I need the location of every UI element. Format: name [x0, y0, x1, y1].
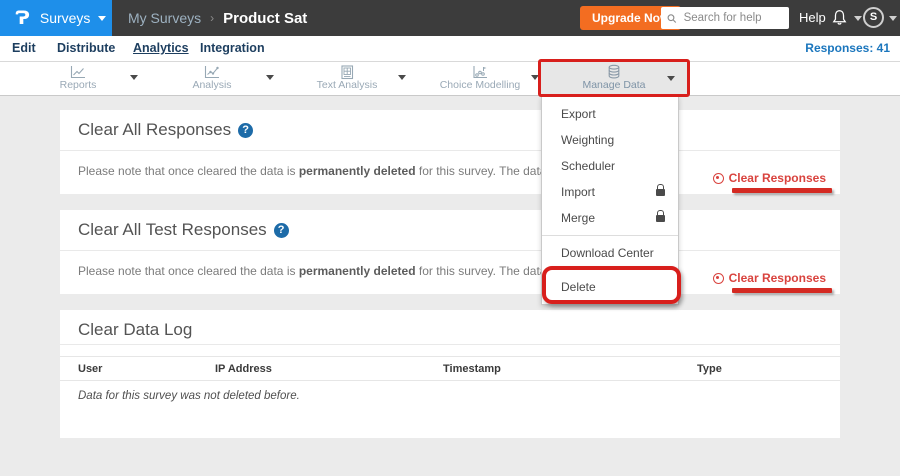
lock-icon	[656, 215, 665, 222]
nav-tab-distribute[interactable]: Distribute	[57, 36, 115, 62]
app-window: Ɂ Surveys My Surveys › Product Sat Upgra…	[0, 0, 900, 476]
toolbar-label: Text Analysis	[292, 80, 402, 91]
nav-tab-edit[interactable]: Edit	[12, 36, 36, 62]
search-icon	[667, 13, 677, 24]
text-analysis-doc-icon	[339, 65, 355, 80]
toolbar-label: Reports	[23, 80, 133, 91]
section-title-text: Clear All Responses	[78, 120, 231, 140]
menu-item-label: Weighting	[561, 127, 614, 153]
menu-item-merge[interactable]: Merge	[542, 205, 678, 231]
column-header-ip: IP Address	[215, 358, 272, 380]
table-border	[60, 380, 840, 381]
clear-responses-button[interactable]: Clear Responses	[713, 171, 826, 185]
divider	[60, 250, 840, 251]
help-search	[661, 7, 789, 29]
annotation-underline-clear-test-responses	[732, 288, 832, 293]
nav-tab-integration[interactable]: Integration	[200, 36, 265, 62]
search-input[interactable]	[682, 11, 783, 25]
reports-dropdown-icon[interactable]	[130, 75, 138, 80]
reports-chart-icon	[69, 65, 87, 80]
toolbar-item-reports[interactable]: Reports	[23, 62, 133, 95]
note-text: Please note that once cleared the data i…	[78, 164, 299, 178]
menu-item-export[interactable]: Export	[542, 101, 678, 127]
empty-log-message: Data for this survey was not deleted bef…	[78, 390, 300, 402]
manage-data-menu: Export Weighting Scheduler Import Merge …	[541, 96, 679, 305]
toolbar-label: Analysis	[157, 80, 267, 91]
database-icon	[605, 64, 623, 80]
menu-item-label: Export	[561, 101, 596, 127]
breadcrumb-parent[interactable]: My Surveys	[128, 10, 201, 26]
choice-modelling-chart-icon	[471, 65, 489, 80]
divider	[60, 344, 840, 345]
menu-item-label: Scheduler	[561, 153, 615, 179]
section-title-text: Clear All Test Responses	[78, 220, 267, 240]
product-label: Surveys	[40, 10, 91, 26]
lock-icon	[656, 189, 665, 196]
menu-item-label: Import	[561, 179, 595, 205]
column-header-type: Type	[697, 358, 722, 380]
note-bold-text: permanently deleted	[299, 264, 416, 278]
column-header-timestamp: Timestamp	[443, 358, 501, 380]
menu-item-scheduler[interactable]: Scheduler	[542, 153, 678, 179]
toolbar-item-analysis[interactable]: Analysis	[157, 62, 267, 95]
top-bar: Ɂ Surveys My Surveys › Product Sat Upgra…	[0, 0, 900, 36]
avatar[interactable]: S	[863, 7, 884, 28]
clear-target-icon	[713, 273, 724, 284]
notifications-chevron-icon[interactable]	[854, 16, 862, 21]
clear-all-responses-section: Clear All Responses ? Please note that o…	[60, 110, 840, 194]
menu-item-download-center[interactable]: Download Center	[542, 240, 678, 266]
toolbar-item-choice-modelling[interactable]: Choice Modelling	[425, 62, 535, 95]
section-title: Clear All Responses ?	[78, 120, 253, 140]
menu-item-label: Merge	[561, 205, 595, 231]
menu-item-delete[interactable]: Delete	[542, 274, 678, 300]
annotation-underline-clear-responses	[732, 188, 832, 193]
nav-tab-analytics[interactable]: Analytics	[133, 36, 189, 62]
analysis-dropdown-icon[interactable]	[266, 75, 274, 80]
manage-data-dropdown-icon[interactable]	[667, 76, 675, 81]
choice-modelling-dropdown-icon[interactable]	[531, 75, 539, 80]
clear-data-log-section: Clear Data Log User IP Address Timestamp…	[60, 310, 840, 438]
section-title: Clear Data Log	[78, 320, 192, 340]
clear-test-responses-section: Clear All Test Responses ? Please note t…	[60, 210, 840, 294]
section-title-text: Clear Data Log	[78, 320, 192, 340]
notifications-bell-icon[interactable]	[831, 9, 848, 26]
menu-item-label: Download Center	[561, 240, 654, 266]
toolbar-label: Manage Data	[541, 80, 687, 91]
table-border	[60, 356, 840, 357]
help-circle-icon[interactable]: ?	[238, 123, 253, 138]
note-text: Please note that once cleared the data i…	[78, 264, 299, 278]
clear-responses-label: Clear Responses	[729, 171, 826, 185]
toolbar-item-manage-data[interactable]: Manage Data	[541, 62, 687, 95]
questionpro-logo-icon: Ɂ	[15, 9, 30, 28]
analytics-toolbar: Reports Analysis Text Analysis	[0, 62, 900, 96]
help-circle-icon[interactable]: ?	[274, 223, 289, 238]
chevron-down-icon	[98, 16, 106, 21]
clear-test-responses-button[interactable]: Clear Responses	[713, 271, 826, 285]
section-title: Clear All Test Responses ?	[78, 220, 289, 240]
toolbar-label: Choice Modelling	[425, 80, 535, 91]
analysis-chart-icon	[203, 65, 221, 80]
survey-nav: Edit Distribute Analytics Integration Re…	[0, 36, 900, 62]
breadcrumb-current: Product Sat	[223, 10, 307, 27]
menu-item-label: Delete	[561, 274, 596, 300]
account-chevron-icon[interactable]	[889, 16, 897, 21]
menu-divider	[542, 235, 678, 236]
clear-responses-label: Clear Responses	[729, 271, 826, 285]
help-link[interactable]: Help	[799, 0, 826, 36]
responses-count[interactable]: Responses: 41	[805, 36, 890, 62]
menu-item-weighting[interactable]: Weighting	[542, 127, 678, 153]
breadcrumb-separator-icon: ›	[210, 11, 214, 25]
product-switcher[interactable]: Ɂ Surveys	[0, 0, 112, 36]
breadcrumb: My Surveys › Product Sat	[128, 0, 307, 36]
clear-target-icon	[713, 173, 724, 184]
column-header-user: User	[78, 358, 102, 380]
menu-item-import[interactable]: Import	[542, 179, 678, 205]
divider	[60, 150, 840, 151]
toolbar-item-text-analysis[interactable]: Text Analysis	[292, 62, 402, 95]
note-bold-text: permanently deleted	[299, 164, 416, 178]
text-analysis-dropdown-icon[interactable]	[398, 75, 406, 80]
